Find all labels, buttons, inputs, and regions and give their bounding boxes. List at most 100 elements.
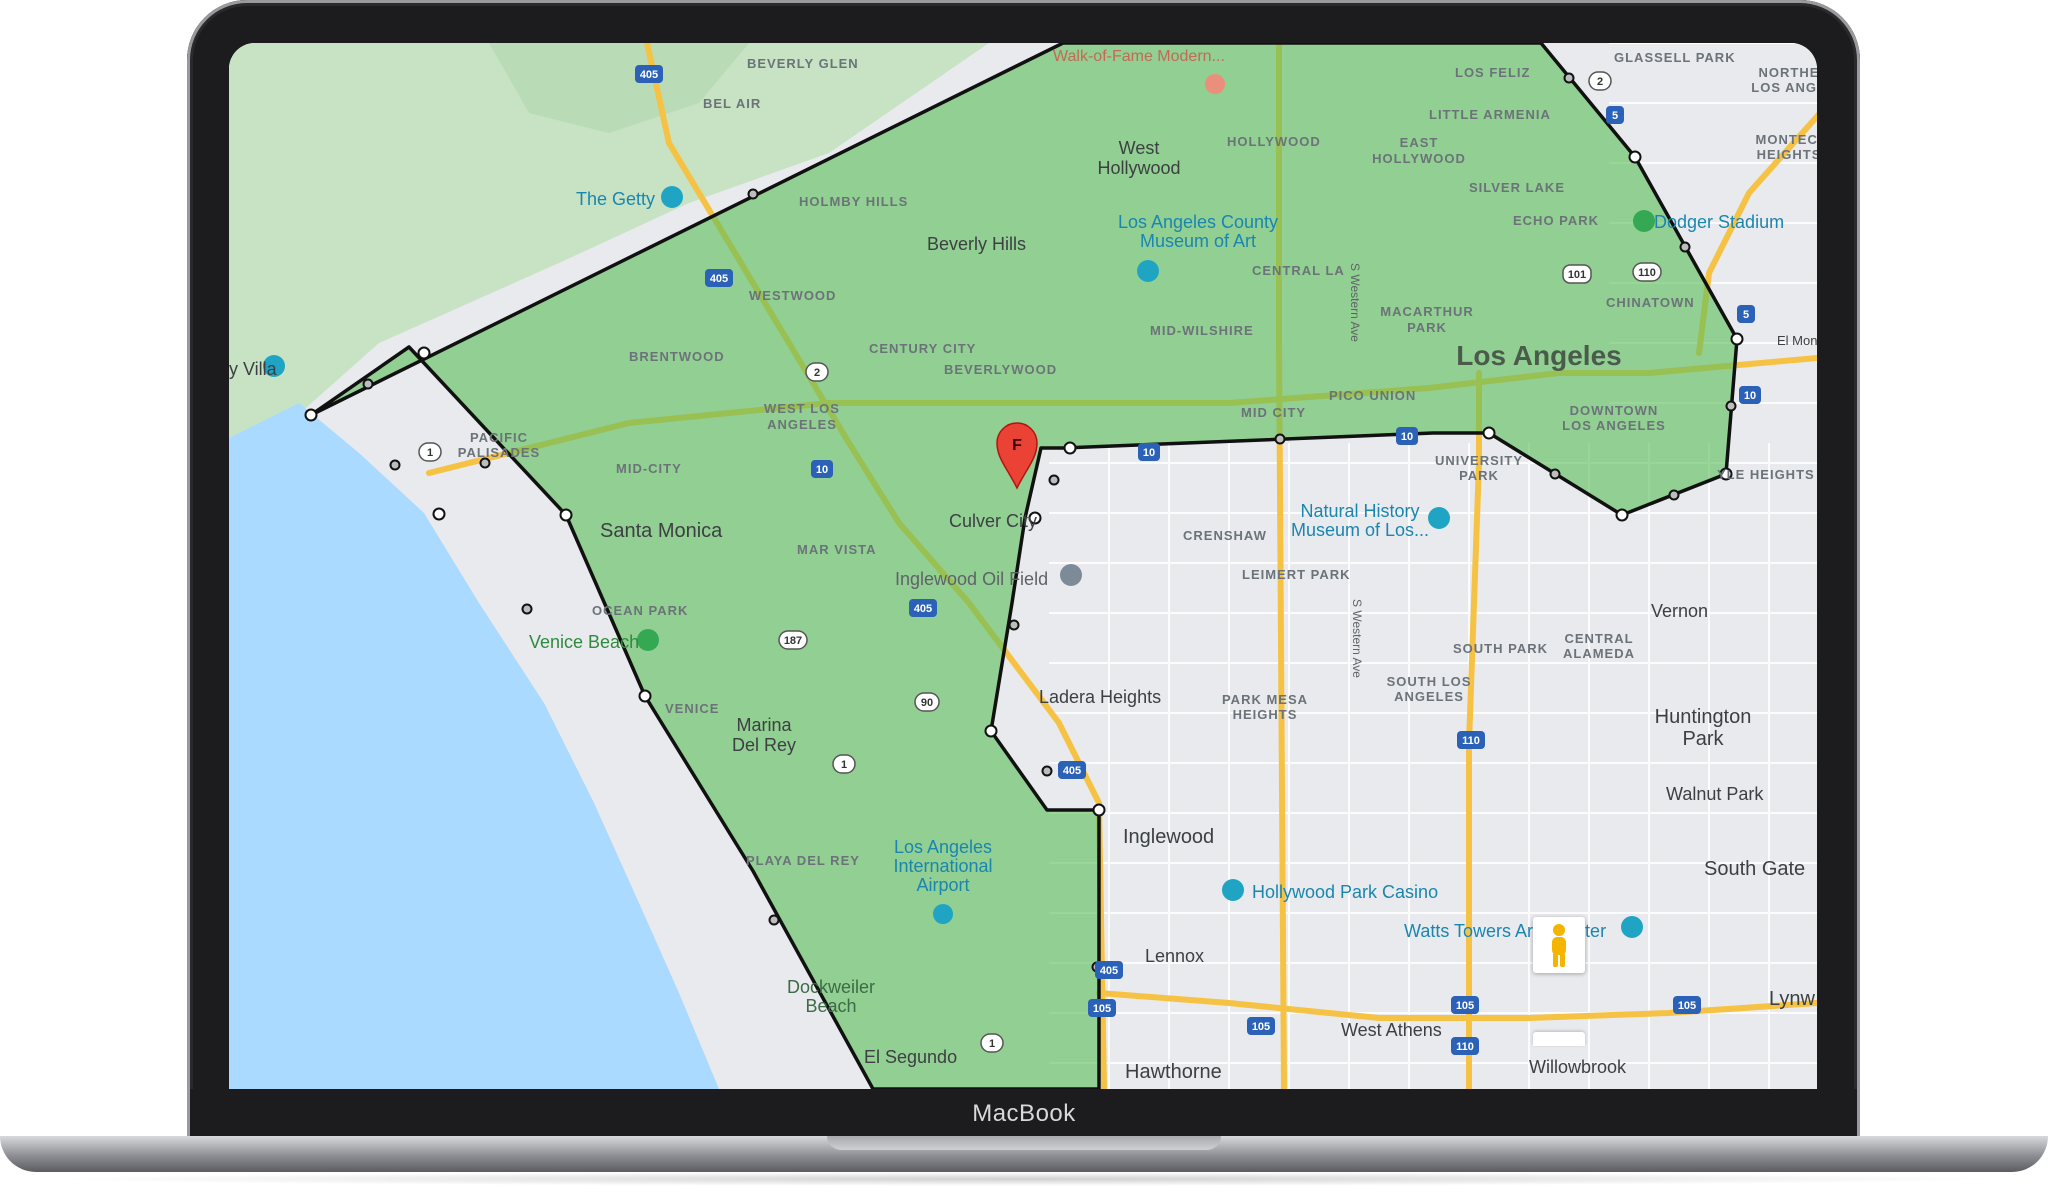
- midpoint-handle[interactable]: [747, 188, 759, 200]
- museum-pin-icon[interactable]: [1621, 916, 1643, 938]
- vertex-handle[interactable]: [304, 408, 318, 422]
- vertex-handle[interactable]: [638, 689, 652, 703]
- map-label: CRENSHAW: [1183, 528, 1267, 543]
- museum-pin-icon[interactable]: [661, 186, 683, 208]
- interstate-shield: 405: [1095, 961, 1123, 979]
- zoom-control[interactable]: [1533, 1032, 1585, 1046]
- svg-text:405: 405: [1063, 765, 1081, 777]
- interstate-shield: 105: [1247, 1017, 1275, 1035]
- map-label: BEVERLY GLEN: [747, 56, 859, 71]
- map-label: MID-CITY: [616, 461, 682, 476]
- map-label: PARK MESA HEIGHTS: [1222, 692, 1308, 722]
- midpoint-handle[interactable]: [1048, 474, 1060, 486]
- map-label: SOUTH LOS ANGELES: [1387, 674, 1472, 704]
- vertex-handle[interactable]: [1482, 426, 1496, 440]
- vertex-handle[interactable]: [1615, 508, 1629, 522]
- us-route-shield: 101: [1562, 264, 1592, 284]
- svg-text:187: 187: [784, 635, 802, 647]
- map-label: MAR VISTA: [797, 542, 877, 557]
- museum-pin-icon[interactable]: [1428, 507, 1450, 529]
- vertex-handle[interactable]: [417, 346, 431, 360]
- interstate-shield: 405: [705, 269, 733, 287]
- map-label: NORTHELOS ANGE: [1751, 65, 1817, 95]
- midpoint-handle[interactable]: [1563, 72, 1575, 84]
- midpoint-handle[interactable]: [1041, 765, 1053, 777]
- map-label: LEIMERT PARK: [1242, 567, 1351, 582]
- midpoint-handle[interactable]: [389, 459, 401, 471]
- landmark-pin-icon[interactable]: [1205, 74, 1225, 94]
- interstate-shield: 405: [635, 65, 663, 83]
- svg-text:5: 5: [1612, 110, 1618, 122]
- city-label: Culver City: [949, 511, 1037, 531]
- map-label: CENTURY CITY: [869, 341, 976, 356]
- vertex-handle[interactable]: [559, 508, 573, 522]
- interstate-shield: 110: [1451, 1037, 1479, 1055]
- city-label: Ladera Heights: [1039, 687, 1161, 707]
- poi-label: The Getty: [576, 189, 655, 209]
- svg-text:105: 105: [1456, 1000, 1474, 1012]
- midpoint-handle[interactable]: [362, 378, 374, 390]
- map-label: WEST LOS ANGELES: [764, 401, 840, 432]
- stadium-pin-icon[interactable]: [1633, 210, 1655, 232]
- place-pin-icon[interactable]: [1060, 564, 1082, 586]
- map-label: YLE HEIGHTS: [1717, 467, 1815, 482]
- city-label: Beverly Hills: [927, 234, 1026, 254]
- vertex-handle[interactable]: [1063, 441, 1077, 455]
- city-label: Lynw: [1769, 988, 1816, 1010]
- map-label: PICO UNION: [1329, 388, 1416, 403]
- interstate-shield: 5: [1606, 106, 1624, 124]
- midpoint-handle[interactable]: [1274, 433, 1286, 445]
- airport-pin-icon[interactable]: [933, 904, 953, 924]
- svg-text:105: 105: [1678, 1000, 1696, 1012]
- svg-text:405: 405: [914, 603, 932, 615]
- map-label: MONTECI HEIGHTS: [1756, 132, 1817, 162]
- midpoint-handle[interactable]: [521, 603, 533, 615]
- svg-text:10: 10: [1744, 390, 1756, 402]
- interstate-shield: 405: [909, 599, 937, 617]
- street-label: S Western Ave: [1350, 599, 1364, 678]
- midpoint-handle[interactable]: [768, 914, 780, 926]
- street-view-pegman-button[interactable]: [1533, 917, 1585, 973]
- midpoint-handle[interactable]: [1668, 489, 1680, 501]
- svg-text:10: 10: [1401, 431, 1413, 443]
- svg-text:405: 405: [640, 69, 658, 81]
- vertex-handle[interactable]: [984, 724, 998, 738]
- map-label: CHINATOWN: [1606, 295, 1695, 310]
- vertex-handle[interactable]: [432, 507, 446, 521]
- midpoint-handle[interactable]: [1679, 241, 1691, 253]
- midpoint-handle[interactable]: [1725, 400, 1737, 412]
- city-label: El Mon: [1777, 333, 1817, 348]
- map-label: MID CITY: [1241, 405, 1306, 420]
- map-label: CENTRAL ALAMEDA: [1563, 631, 1635, 661]
- vertex-handle[interactable]: [1092, 803, 1106, 817]
- map-label: HOLMBY HILLS: [799, 194, 908, 209]
- museum-pin-icon[interactable]: [1137, 260, 1159, 282]
- svg-text:2: 2: [814, 367, 820, 379]
- map-label: ECHO PARK: [1513, 213, 1599, 228]
- map-label: LOS FELIZ: [1455, 65, 1530, 80]
- street-label: S Western Ave: [1348, 263, 1362, 342]
- poi-label: Venice Beach: [529, 632, 639, 652]
- map-label: OCEAN PARK: [592, 603, 688, 618]
- map-label: BEVERLYWOOD: [944, 362, 1057, 377]
- interstate-shield: 10: [1396, 427, 1418, 445]
- svg-text:110: 110: [1462, 735, 1480, 747]
- vertex-handle[interactable]: [1730, 332, 1744, 346]
- svg-text:405: 405: [1100, 965, 1118, 977]
- poi-label: Hollywood Park Casino: [1252, 882, 1438, 902]
- city-label: Walnut Park: [1666, 784, 1764, 804]
- svg-text:1: 1: [841, 759, 847, 771]
- midpoint-handle[interactable]: [1549, 468, 1561, 480]
- marker-letter: F: [1012, 437, 1022, 454]
- interstate-shield: 105: [1088, 999, 1116, 1017]
- poi-label: Walk-of-Fame Modern...: [1053, 48, 1225, 65]
- map-label: SOUTH PARK: [1453, 641, 1548, 656]
- park-pin-icon[interactable]: [637, 629, 659, 651]
- midpoint-handle[interactable]: [1008, 619, 1020, 631]
- svg-text:1: 1: [427, 447, 433, 459]
- svg-text:2: 2: [1597, 76, 1603, 88]
- vertex-handle[interactable]: [1628, 150, 1642, 164]
- pegman-icon: [1552, 924, 1566, 967]
- casino-pin-icon[interactable]: [1222, 879, 1244, 901]
- city-label: Inglewood: [1123, 826, 1214, 848]
